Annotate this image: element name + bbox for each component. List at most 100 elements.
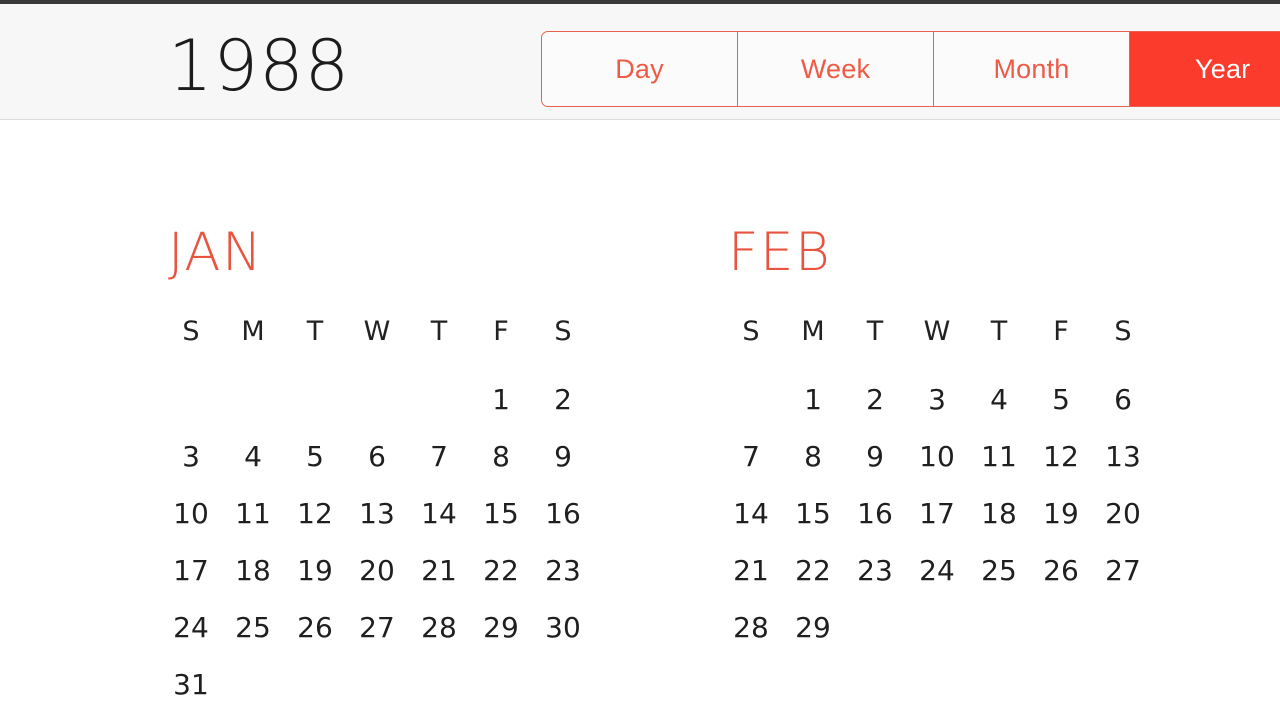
day-cell[interactable]: 8 [470,428,532,485]
day-cell[interactable]: 10 [906,428,968,485]
days-grid-february: 1 2 3 4 5 6 7 8 9 10 11 12 13 14 15 16 17 18 19 20 21 22 23 24 2… [720,371,1154,656]
day-cell[interactable]: 22 [470,542,532,599]
weekday-label: T [430,316,448,347]
day-cell[interactable]: 20 [346,542,408,599]
weekday-label: S [1114,316,1132,347]
day-cell[interactable]: 15 [470,485,532,542]
day-cell-empty [408,656,470,713]
day-cell[interactable]: 18 [222,542,284,599]
day-cell[interactable]: 21 [408,542,470,599]
day-cell[interactable]: 6 [1092,371,1154,428]
day-cell-empty [346,656,408,713]
day-cell[interactable]: 24 [906,542,968,599]
day-cell[interactable]: 4 [222,428,284,485]
days-grid-january: 1 2 3 4 5 6 7 8 9 10 11 12 13 14 15 16 17 18 19 20 21 22 23 24 2… [160,371,594,713]
day-cell[interactable]: 18 [968,485,1030,542]
day-cell[interactable]: 11 [968,428,1030,485]
day-cell[interactable]: 16 [844,485,906,542]
day-cell[interactable]: 14 [408,485,470,542]
day-cell-empty [844,599,906,656]
day-cell[interactable]: 9 [844,428,906,485]
day-cell[interactable]: 26 [1030,542,1092,599]
view-switcher-segmented-control[interactable]: Day Week Month Year [541,31,1280,107]
day-cell[interactable]: 29 [782,599,844,656]
day-cell-empty [532,656,594,713]
day-cell[interactable]: 17 [906,485,968,542]
tab-year[interactable]: Year [1130,32,1280,106]
toolbar: 1988 Day Week Month Year [0,4,1280,120]
weekday-header-row-january: S M T W T F S [160,317,594,347]
calendar-app: 1988 Day Week Month Year JAN S M T W T F… [0,0,1280,720]
page-title: 1988 [168,25,351,107]
tab-week[interactable]: Week [738,32,934,106]
weekday-label: T [866,316,884,347]
day-cell[interactable]: 9 [532,428,594,485]
day-cell[interactable]: 17 [160,542,222,599]
day-cell[interactable]: 25 [968,542,1030,599]
weekday-label: T [306,316,324,347]
day-cell-empty [160,371,222,428]
day-cell[interactable]: 1 [782,371,844,428]
day-cell[interactable]: 12 [284,485,346,542]
day-cell-empty [1030,599,1092,656]
day-cell[interactable]: 16 [532,485,594,542]
day-cell-empty [284,371,346,428]
day-cell[interactable]: 23 [844,542,906,599]
day-cell-empty [1092,599,1154,656]
day-cell[interactable]: 15 [782,485,844,542]
weekday-label: S [742,316,760,347]
tab-month[interactable]: Month [934,32,1130,106]
day-cell[interactable]: 7 [408,428,470,485]
weekday-header-row-february: S M T W T F S [720,317,1154,347]
day-cell[interactable]: 20 [1092,485,1154,542]
day-cell[interactable]: 26 [284,599,346,656]
day-cell[interactable]: 3 [160,428,222,485]
day-cell[interactable]: 10 [160,485,222,542]
day-cell-empty [470,656,532,713]
day-cell[interactable]: 3 [906,371,968,428]
day-cell[interactable]: 13 [1092,428,1154,485]
day-cell[interactable]: 19 [284,542,346,599]
day-cell[interactable]: 11 [222,485,284,542]
day-cell-empty [346,371,408,428]
day-cell[interactable]: 5 [1030,371,1092,428]
day-cell-empty [222,656,284,713]
day-cell[interactable]: 28 [720,599,782,656]
day-cell[interactable]: 4 [968,371,1030,428]
day-cell[interactable]: 19 [1030,485,1092,542]
day-cell[interactable]: 8 [782,428,844,485]
day-cell-empty [968,599,1030,656]
day-cell[interactable]: 27 [1092,542,1154,599]
day-cell[interactable]: 30 [532,599,594,656]
day-cell[interactable]: 7 [720,428,782,485]
day-cell[interactable]: 31 [160,656,222,713]
day-cell[interactable]: 25 [222,599,284,656]
weekday-label: M [801,316,825,347]
day-cell[interactable]: 2 [844,371,906,428]
day-cell[interactable]: 21 [720,542,782,599]
year-grid: JAN S M T W T F S 1 2 3 4 5 6 7 8 9 10 11 12 13 14 15 1… [0,121,1280,720]
day-cell-empty [906,599,968,656]
day-cell[interactable]: 28 [408,599,470,656]
day-cell[interactable]: 1 [470,371,532,428]
day-cell[interactable]: 6 [346,428,408,485]
day-cell[interactable]: 12 [1030,428,1092,485]
day-cell[interactable]: 5 [284,428,346,485]
day-cell[interactable]: 22 [782,542,844,599]
day-cell[interactable]: 14 [720,485,782,542]
weekday-label: S [554,316,572,347]
weekday-label: F [1053,316,1069,347]
day-cell[interactable]: 13 [346,485,408,542]
day-cell-empty [284,656,346,713]
weekday-label: T [990,316,1008,347]
day-cell[interactable]: 2 [532,371,594,428]
day-cell[interactable]: 29 [470,599,532,656]
day-cell[interactable]: 24 [160,599,222,656]
day-cell[interactable]: 23 [532,542,594,599]
day-cell[interactable]: 27 [346,599,408,656]
day-cell-empty [720,371,782,428]
weekday-label: S [182,316,200,347]
month-title-february: FEB [728,222,832,283]
weekday-label: M [241,316,265,347]
tab-day[interactable]: Day [542,32,738,106]
